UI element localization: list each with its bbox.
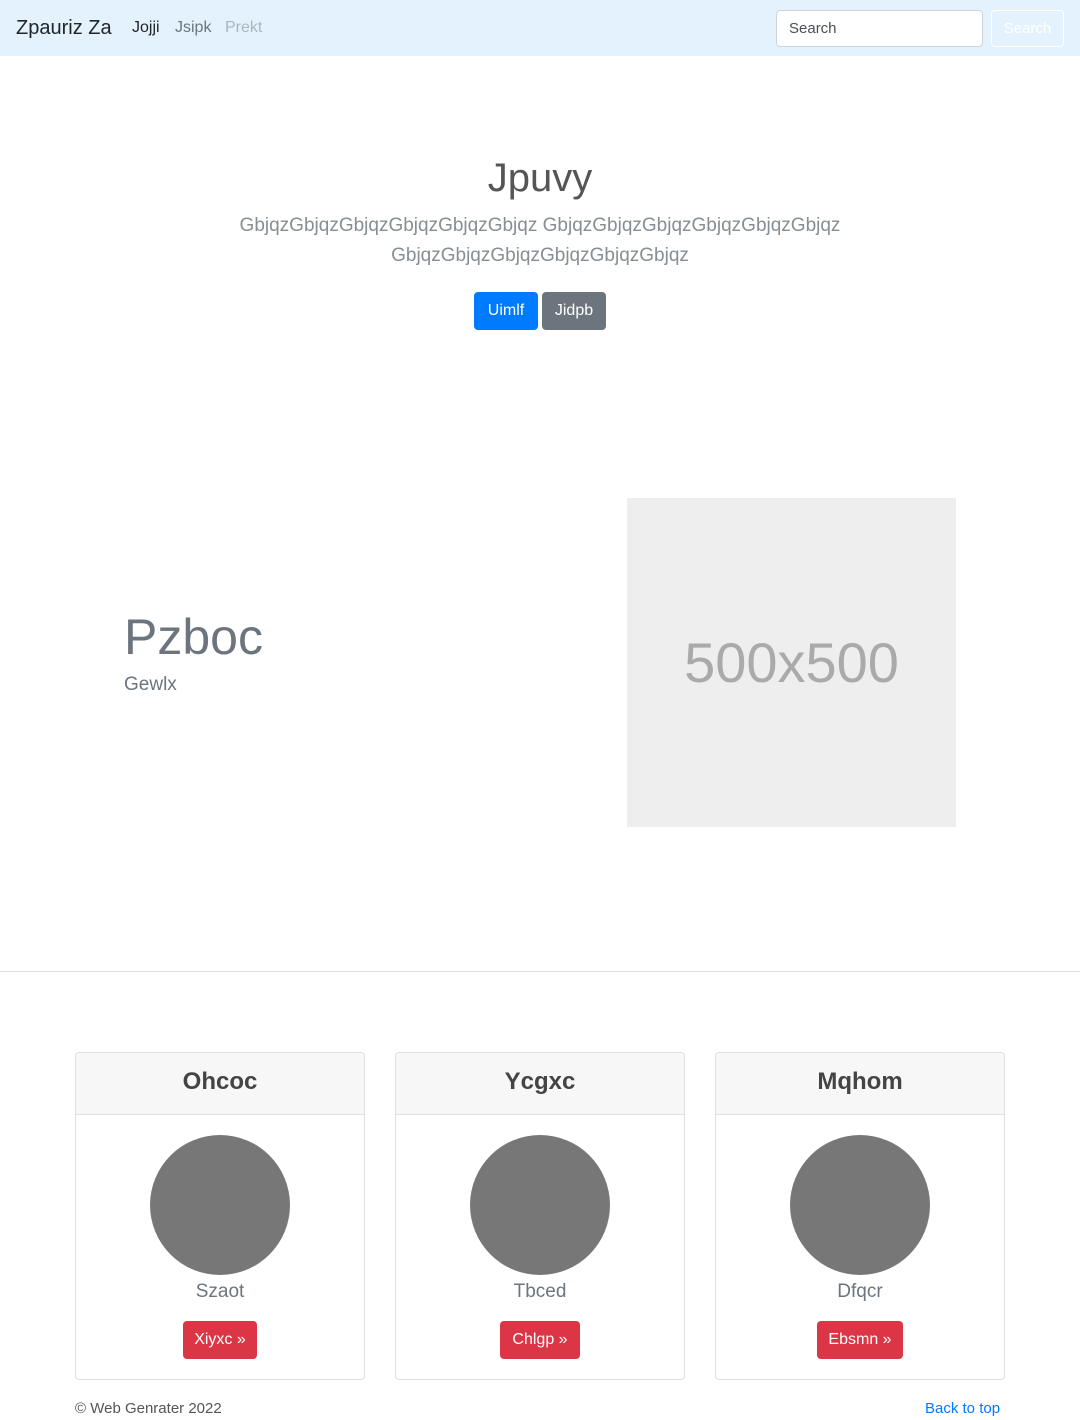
avatar	[470, 1135, 610, 1275]
avatar	[150, 1135, 290, 1275]
nav-link-1[interactable]: Jojji	[132, 18, 160, 38]
card-text: Dfqcr	[837, 1281, 883, 1302]
navbar: Zpauriz Za Jojji Jsipk Prekt Search	[0, 0, 1080, 56]
secondary-button[interactable]: Jidpb	[542, 292, 606, 330]
card-text: Tbced	[513, 1281, 567, 1302]
brand-link[interactable]: Zpauriz Za	[16, 16, 112, 40]
card: Ycgxc Tbced Chlgp »	[395, 1052, 685, 1380]
avatar	[790, 1135, 930, 1275]
footer-copyright: © Web Genrater 2022	[75, 1400, 222, 1417]
feature-heading: Pzboc	[124, 609, 263, 665]
placeholder-image: 500x500	[627, 498, 956, 827]
primary-button[interactable]: Uimlf	[474, 292, 538, 330]
card-title: Mqhom	[716, 1053, 1004, 1115]
back-to-top-link[interactable]: Back to top	[925, 1399, 1000, 1419]
card: Ohcoc Szaot Xiyxc »	[75, 1052, 365, 1380]
placeholder-image-label: 500x500	[684, 631, 899, 694]
card-title: Ohcoc	[76, 1053, 364, 1115]
feature-subheading: Gewlx	[124, 674, 177, 695]
search-button[interactable]: Search	[991, 10, 1064, 47]
card-button[interactable]: Ebsmn »	[817, 1321, 903, 1359]
card-button[interactable]: Xiyxc »	[183, 1321, 257, 1359]
hero-lead: GbjqzGbjqzGbjqzGbjqzGbjqzGbjqz GbjqzGbjq…	[239, 215, 841, 266]
card: Mqhom Dfqcr Ebsmn »	[715, 1052, 1005, 1380]
nav-link-3[interactable]: Prekt	[225, 18, 262, 38]
card-title: Ycgxc	[396, 1053, 684, 1115]
nav-link-2[interactable]: Jsipk	[175, 18, 211, 38]
card-button[interactable]: Chlgp »	[500, 1321, 580, 1359]
section-divider	[0, 971, 1080, 972]
card-text: Szaot	[195, 1281, 245, 1302]
search-input[interactable]	[776, 10, 983, 47]
hero-title: Jpuvy	[487, 156, 593, 200]
